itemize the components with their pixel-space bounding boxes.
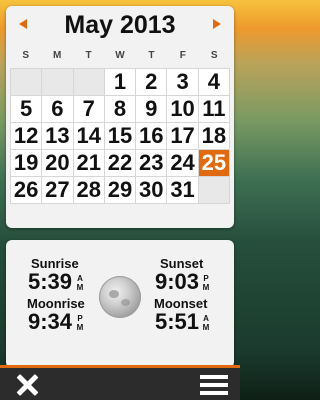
moon-phase-icon: [99, 276, 141, 318]
weekday-header-row: SMTWTFS: [10, 50, 230, 64]
day-cell[interactable]: 16: [136, 123, 167, 149]
moonset-ampm-m: M: [202, 323, 210, 332]
day-cell[interactable]: 13: [42, 123, 73, 149]
moonrise-time: 9:34: [28, 309, 73, 334]
sunset-ampm-p: P: [203, 274, 209, 283]
day-cell[interactable]: 20: [42, 150, 73, 176]
day-cell[interactable]: 5: [11, 96, 42, 122]
day-cell[interactable]: 30: [136, 177, 167, 203]
day-cell[interactable]: 3: [167, 69, 198, 95]
day-cell[interactable]: 1: [104, 69, 136, 95]
close-icon[interactable]: [14, 372, 40, 398]
day-cell[interactable]: 24: [167, 150, 198, 176]
day-cell[interactable]: 17: [167, 123, 198, 149]
sunrise-time: 5:39: [28, 269, 73, 294]
day-cell[interactable]: 11: [198, 96, 229, 122]
day-cell[interactable]: 7: [73, 96, 104, 122]
moonset-time: 5:51: [155, 309, 200, 334]
day-cell[interactable]: 18: [198, 123, 229, 149]
calendar-grid: 1 2 3 4 5 6 7 8 9 10 11 12 13 14 15 16 17 18 19 20 21 22 23 24 2…: [10, 68, 230, 204]
menu-icon[interactable]: [200, 375, 228, 395]
weekday-label: T: [85, 50, 92, 61]
weekday-label: T: [148, 50, 155, 61]
day-cell[interactable]: 15: [104, 123, 136, 149]
today-day-cell[interactable]: 25: [198, 150, 229, 176]
day-cell[interactable]: 31: [167, 177, 198, 203]
weekday-label: F: [179, 50, 186, 61]
day-cell[interactable]: 14: [73, 123, 104, 149]
day-cell[interactable]: 23: [136, 150, 167, 176]
empty-day-cell: [42, 69, 73, 95]
empty-day-cell: [198, 177, 229, 203]
day-cell[interactable]: 28: [73, 177, 104, 203]
bottom-toolbar: [0, 365, 240, 400]
moonset-ampm-a: A: [203, 314, 209, 323]
weekday-label: M: [52, 50, 62, 61]
day-cell[interactable]: 4: [198, 69, 229, 95]
day-cell[interactable]: 29: [104, 177, 136, 203]
sun-moon-panel: Sunrise 5:39 A M Sunset 9:03 P M Moonris…: [6, 240, 234, 368]
calendar-panel: May 2013 SMTWTFS 1 2 3 4 5 6 7 8 9 10 11 12 13 14 15 16…: [6, 6, 234, 228]
sunrise-ampm-m: M: [76, 283, 84, 292]
weekday-label: S: [210, 50, 218, 61]
day-cell[interactable]: 9: [136, 96, 167, 122]
empty-day-cell: [11, 69, 42, 95]
day-cell[interactable]: 6: [42, 96, 73, 122]
moonrise-ampm-m: M: [76, 323, 84, 332]
day-cell[interactable]: 27: [42, 177, 73, 203]
day-cell[interactable]: 8: [104, 96, 136, 122]
weekday-label: W: [115, 50, 125, 61]
sunset-ampm-m: M: [202, 283, 210, 292]
day-cell[interactable]: 12: [11, 123, 42, 149]
sunrise-ampm-a: A: [77, 274, 83, 283]
month-title: May 2013: [64, 11, 176, 39]
moonrise-ampm-p: P: [77, 314, 83, 323]
sunset-time: 9:03: [155, 269, 200, 294]
day-cell[interactable]: 26: [11, 177, 42, 203]
moonset-ampm: A M: [202, 314, 210, 332]
moonrise-ampm: P M: [76, 314, 84, 332]
weekday-label: S: [22, 50, 30, 61]
empty-day-cell: [73, 69, 104, 95]
day-cell[interactable]: 22: [104, 150, 136, 176]
day-cell[interactable]: 10: [167, 96, 198, 122]
sunrise-ampm: A M: [76, 274, 84, 292]
month-header: May 2013: [6, 6, 234, 42]
day-cell[interactable]: 21: [73, 150, 104, 176]
day-cell[interactable]: 19: [11, 150, 42, 176]
next-month-arrow-icon[interactable]: [213, 19, 221, 29]
day-cell[interactable]: 2: [136, 69, 167, 95]
sunset-ampm: P M: [202, 274, 210, 292]
